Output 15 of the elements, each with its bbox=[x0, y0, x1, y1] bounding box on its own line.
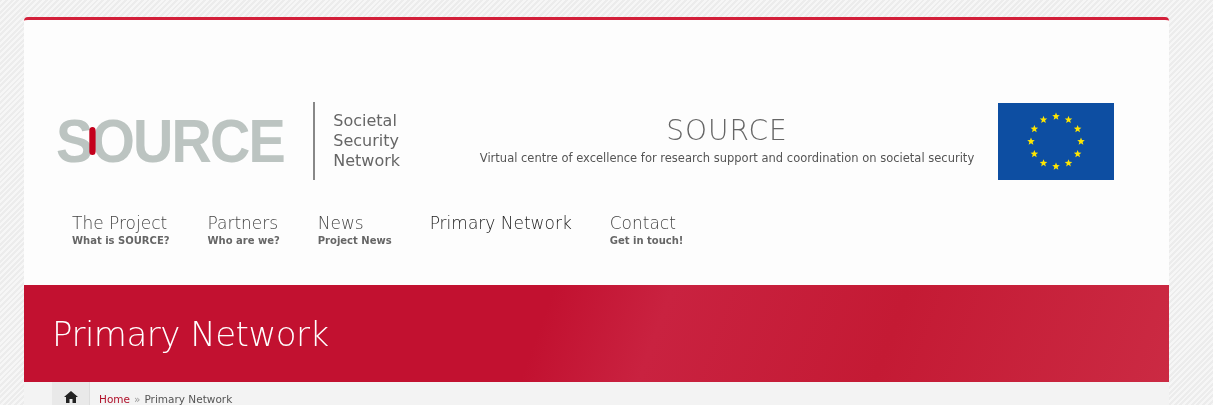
nav-item[interactable]: Contact Get in touch! bbox=[609, 212, 684, 285]
home-button[interactable] bbox=[52, 382, 90, 405]
page-title: Primary Network bbox=[52, 313, 329, 354]
nav-item[interactable]: Partners Who are we? bbox=[207, 212, 280, 285]
breadcrumb-link[interactable]: Home bbox=[99, 393, 130, 405]
site-title: SOURCE bbox=[665, 113, 789, 147]
breadcrumb-current: Primary Network bbox=[144, 393, 233, 405]
breadcrumb-separator: » bbox=[134, 393, 141, 405]
site-subtitle: Virtual centre of excellence for research support and coordination on societal security bbox=[478, 150, 976, 165]
nav-item[interactable]: Primary Network bbox=[429, 212, 572, 285]
home-icon bbox=[63, 391, 78, 403]
nav-item[interactable]: News Project News bbox=[317, 212, 392, 285]
flag-icon bbox=[998, 102, 1114, 180]
logo-tagline: Societal Security Network bbox=[333, 111, 401, 171]
nav-item[interactable]: The Project What is SOURCE? bbox=[72, 212, 170, 285]
